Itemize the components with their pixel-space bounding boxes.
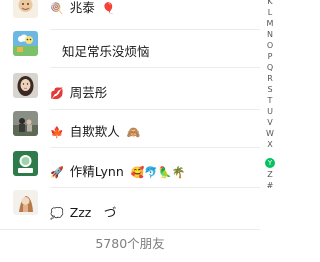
avatar [13,190,38,215]
contact-row[interactable]: 知足常乐没烦恼 [0,30,260,68]
contact-name-text: 知足常乐没烦恼 [62,44,150,59]
index-letter-m[interactable]: M [260,18,280,29]
lollipop-icon: 🍭 [50,2,64,15]
contact-name: 💋 周芸彤 [50,82,107,101]
balloon-icon: 🎈 [101,2,116,15]
index-letter-k[interactable]: K [260,0,280,7]
avatar [13,0,38,18]
index-letter-r[interactable]: R [260,73,280,84]
contact-row[interactable]: 🍭 兆泰 🎈 [0,0,260,30]
index-letter-w[interactable]: W [260,128,280,139]
friend-count-footer: 5780个朋友 [0,229,260,262]
index-letter-x[interactable]: X [260,139,280,150]
contact-name-text: 周芸彤 [69,85,108,100]
contact-name: 🍭 兆泰 🎈 [50,0,115,16]
thought-bubble-icon: 💭 [50,207,64,220]
index-letter-z[interactable]: Z [260,169,280,180]
index-letter-v[interactable]: V [260,117,280,128]
emoji-group-icon: 🥰🐬🦜🌴 [130,166,186,179]
index-letter-o[interactable]: O [260,40,280,51]
contact-name-text: 自欺欺人 [69,124,120,139]
alphabet-index[interactable]: K L M N O P Q R S T U V W X Y Z # [260,0,280,191]
rocket-icon: 🚀 [50,166,64,179]
contact-name-text: 兆泰 [69,0,95,15]
index-letter-q[interactable]: Q [260,62,280,73]
index-letter-p[interactable]: P [260,51,280,62]
avatar [13,151,38,176]
index-letter-y-active[interactable]: Y [265,158,275,168]
contact-row[interactable]: 💋 周芸彤 [0,72,260,110]
contact-name: 知足常乐没烦恼 [62,41,150,60]
contact-name: 🚀 作精Lynn 🥰🐬🦜🌴 [50,161,186,180]
friend-count-text: 5780个朋友 [95,236,165,251]
divider [50,187,260,188]
avatar [13,31,38,56]
maple-leaf-icon: 🍁 [50,126,64,139]
index-letter-u[interactable]: U [260,106,280,117]
index-letter-n[interactable]: N [260,29,280,40]
contact-name-text: Zzz づ [69,205,117,220]
contact-name: 💭 Zzz づ [50,202,116,221]
divider [50,67,260,68]
contact-name-text: 作精Lynn [69,164,124,179]
contact-row[interactable]: 🚀 作精Lynn 🥰🐬🦜🌴 [0,150,260,188]
index-letter-s[interactable]: S [260,84,280,95]
avatar [13,111,38,136]
index-letter-l[interactable]: L [260,7,280,18]
avatar [13,73,38,98]
index-letter-hash[interactable]: # [260,180,280,191]
index-letter-t[interactable]: T [260,95,280,106]
see-no-evil-monkey-icon: 🙈 [126,126,141,139]
contact-row[interactable]: 💭 Zzz づ [0,189,260,227]
contact-row[interactable]: 🍁 自欺欺人 🙈 [0,110,260,148]
divider [50,147,260,148]
lips-icon: 💋 [50,87,64,100]
contact-name: 🍁 自欺欺人 🙈 [50,121,140,140]
